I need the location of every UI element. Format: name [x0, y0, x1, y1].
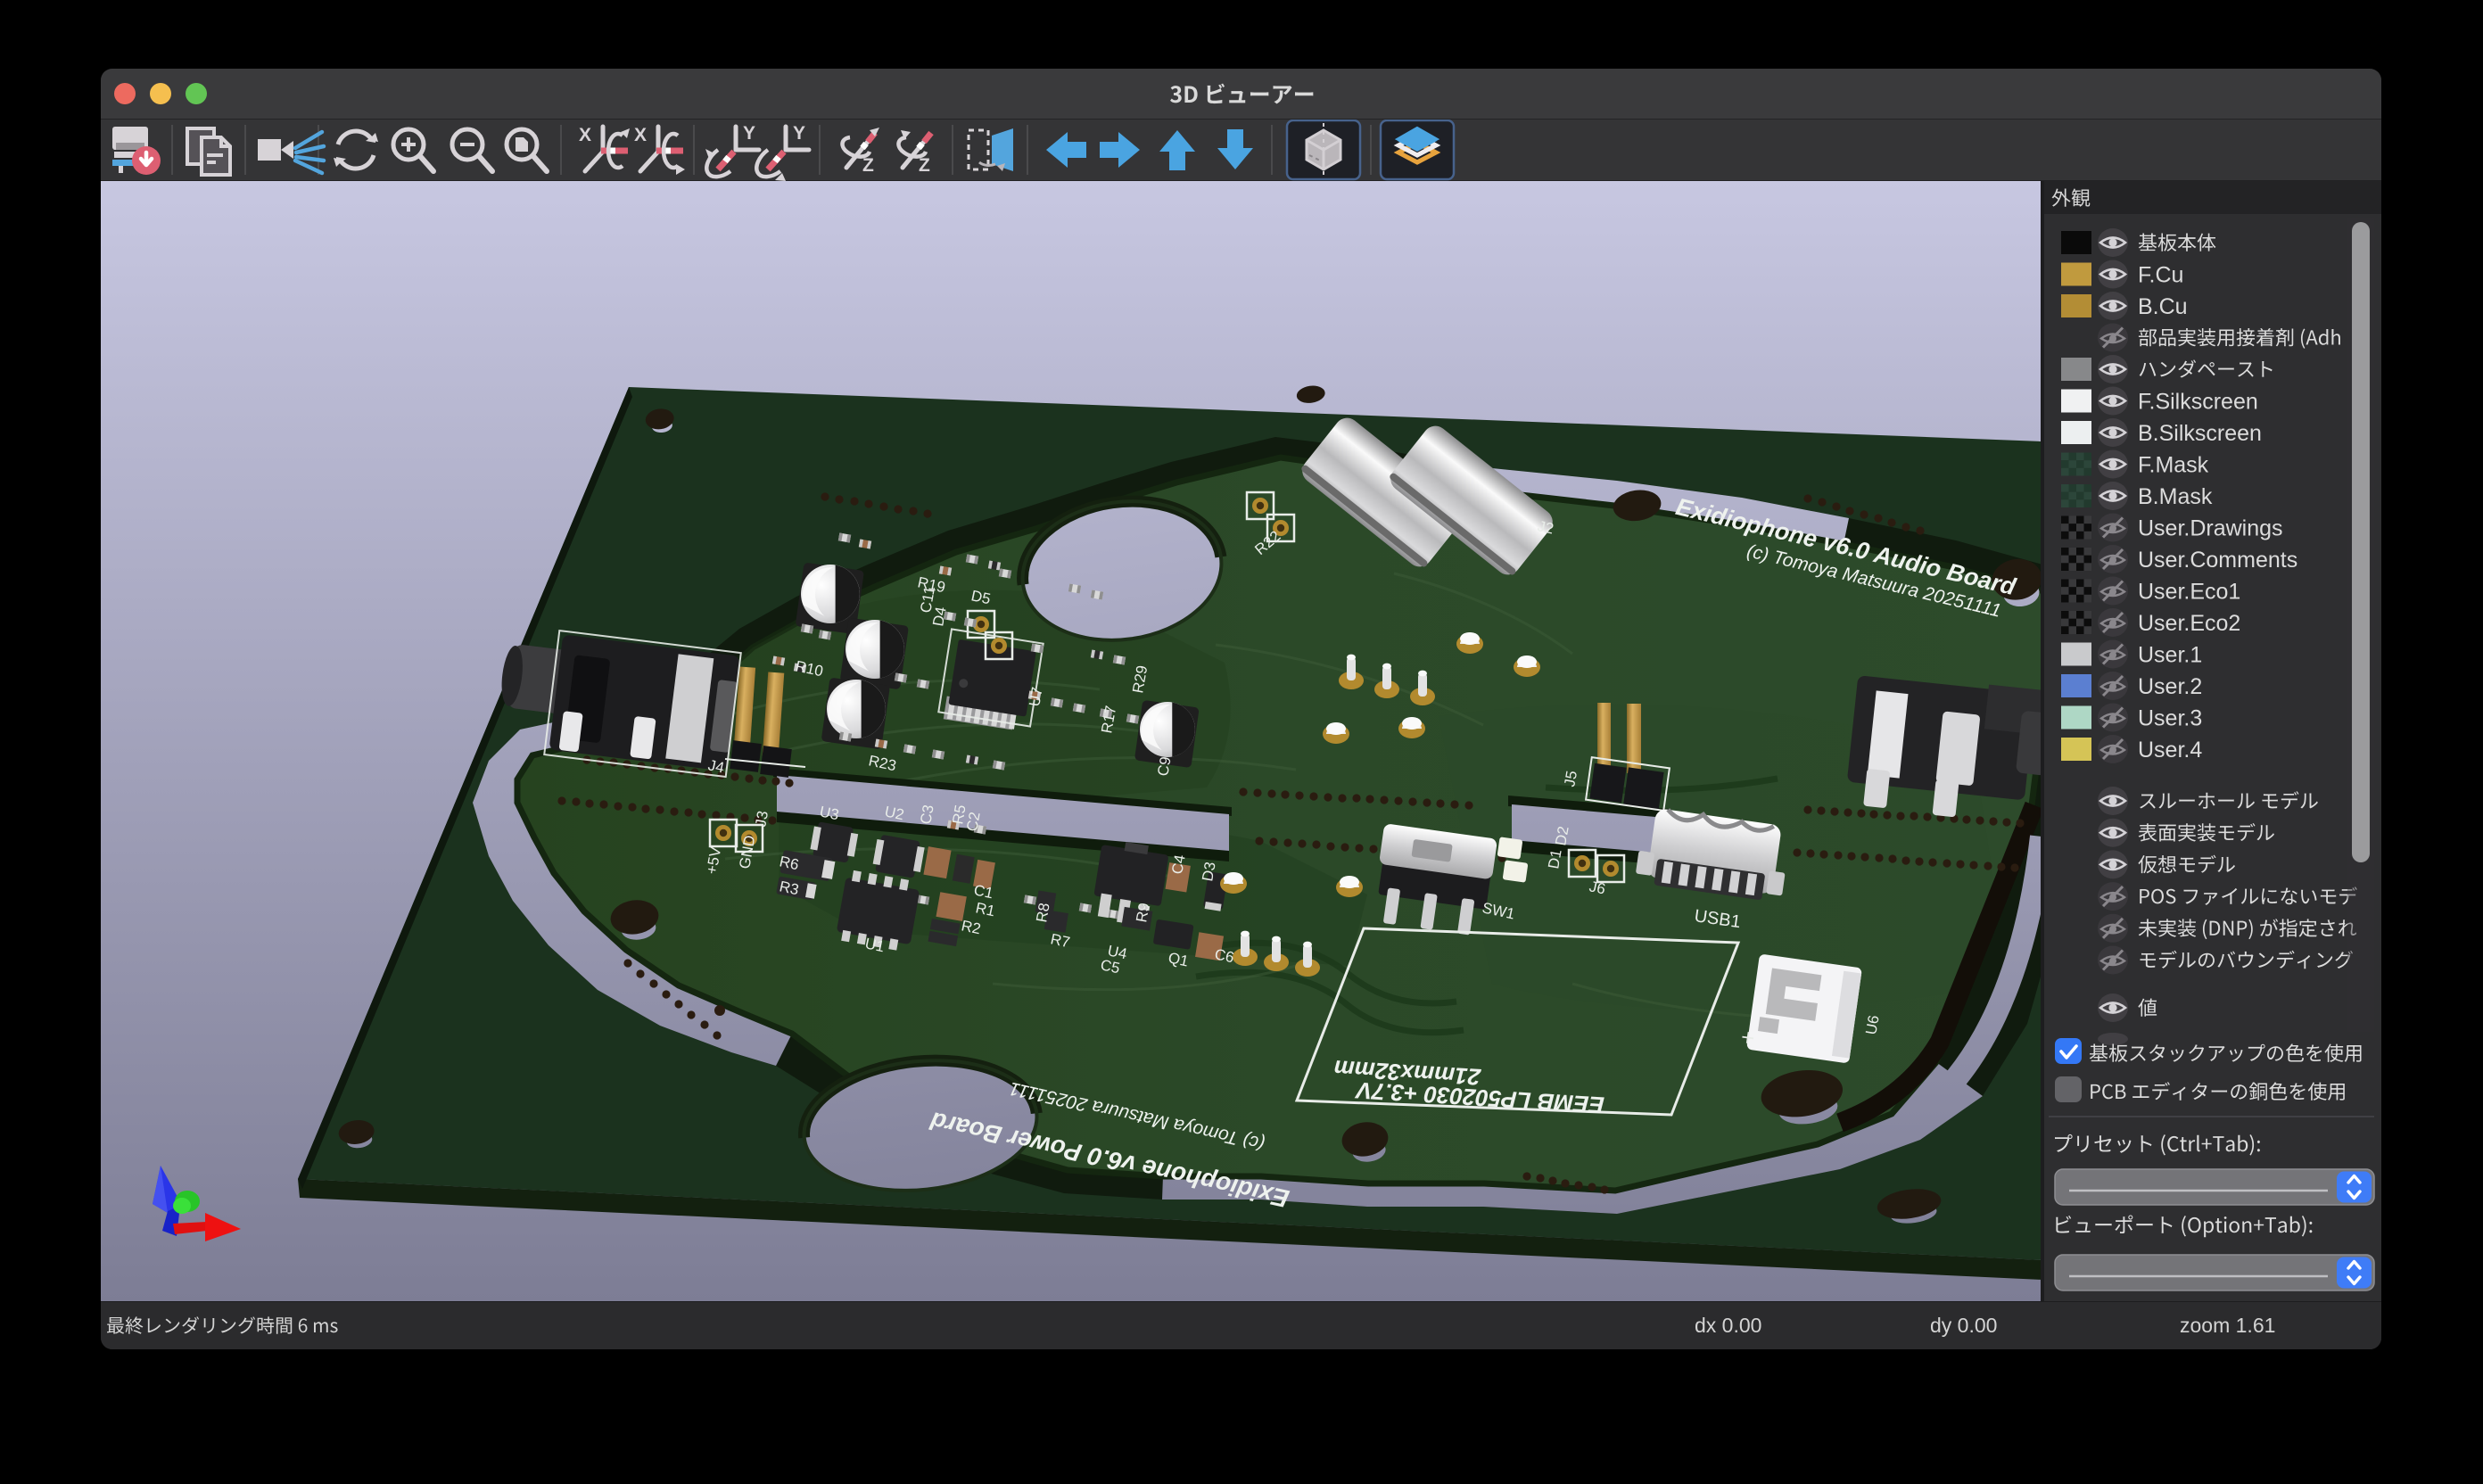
svg-text:D2: D2 [1552, 825, 1571, 847]
svg-text:B.Silkscreen: B.Silkscreen [2138, 421, 2262, 446]
svg-text:C2: C2 [963, 811, 983, 833]
svg-text:Z: Z [862, 155, 874, 176]
svg-text:User.Eco2: User.Eco2 [2138, 611, 2240, 636]
svg-text:U7: U7 [1026, 686, 1045, 708]
svg-text:F.Cu: F.Cu [2138, 263, 2183, 288]
svg-text:F.Silkscreen: F.Silkscreen [2138, 390, 2258, 415]
svg-text:C9: C9 [1154, 755, 1174, 778]
svg-text:D3: D3 [1199, 861, 1218, 883]
svg-text:User.2: User.2 [2138, 674, 2202, 699]
svg-text:B.Mask: B.Mask [2138, 484, 2213, 509]
svg-text:B.Cu: B.Cu [2138, 294, 2188, 319]
svg-text:J3: J3 [752, 810, 771, 829]
svg-text:User.4: User.4 [2138, 738, 2202, 763]
svg-text:U6: U6 [1862, 1014, 1882, 1036]
svg-text:User.Drawings: User.Drawings [2138, 516, 2283, 541]
svg-text:D4: D4 [929, 606, 949, 628]
svg-text:Y: Y [743, 123, 755, 144]
svg-text:User.Comments: User.Comments [2138, 548, 2297, 573]
svg-text:C4: C4 [1168, 853, 1188, 876]
svg-text:X: X [634, 125, 647, 145]
svg-text:User.3: User.3 [2138, 706, 2202, 731]
svg-text:R8: R8 [1033, 902, 1052, 924]
svg-text:Y: Y [793, 123, 805, 144]
svg-text:X: X [579, 125, 591, 145]
svg-text:User.1: User.1 [2138, 643, 2202, 668]
svg-text:D1: D1 [1545, 848, 1564, 870]
svg-text:F.Mask: F.Mask [2138, 453, 2209, 478]
svg-text:Z: Z [919, 155, 930, 176]
svg-text:J5: J5 [1561, 770, 1580, 788]
svg-text:C3: C3 [917, 804, 936, 826]
svg-text:R9: R9 [1133, 902, 1152, 924]
svg-text:User.Eco1: User.Eco1 [2138, 580, 2240, 605]
